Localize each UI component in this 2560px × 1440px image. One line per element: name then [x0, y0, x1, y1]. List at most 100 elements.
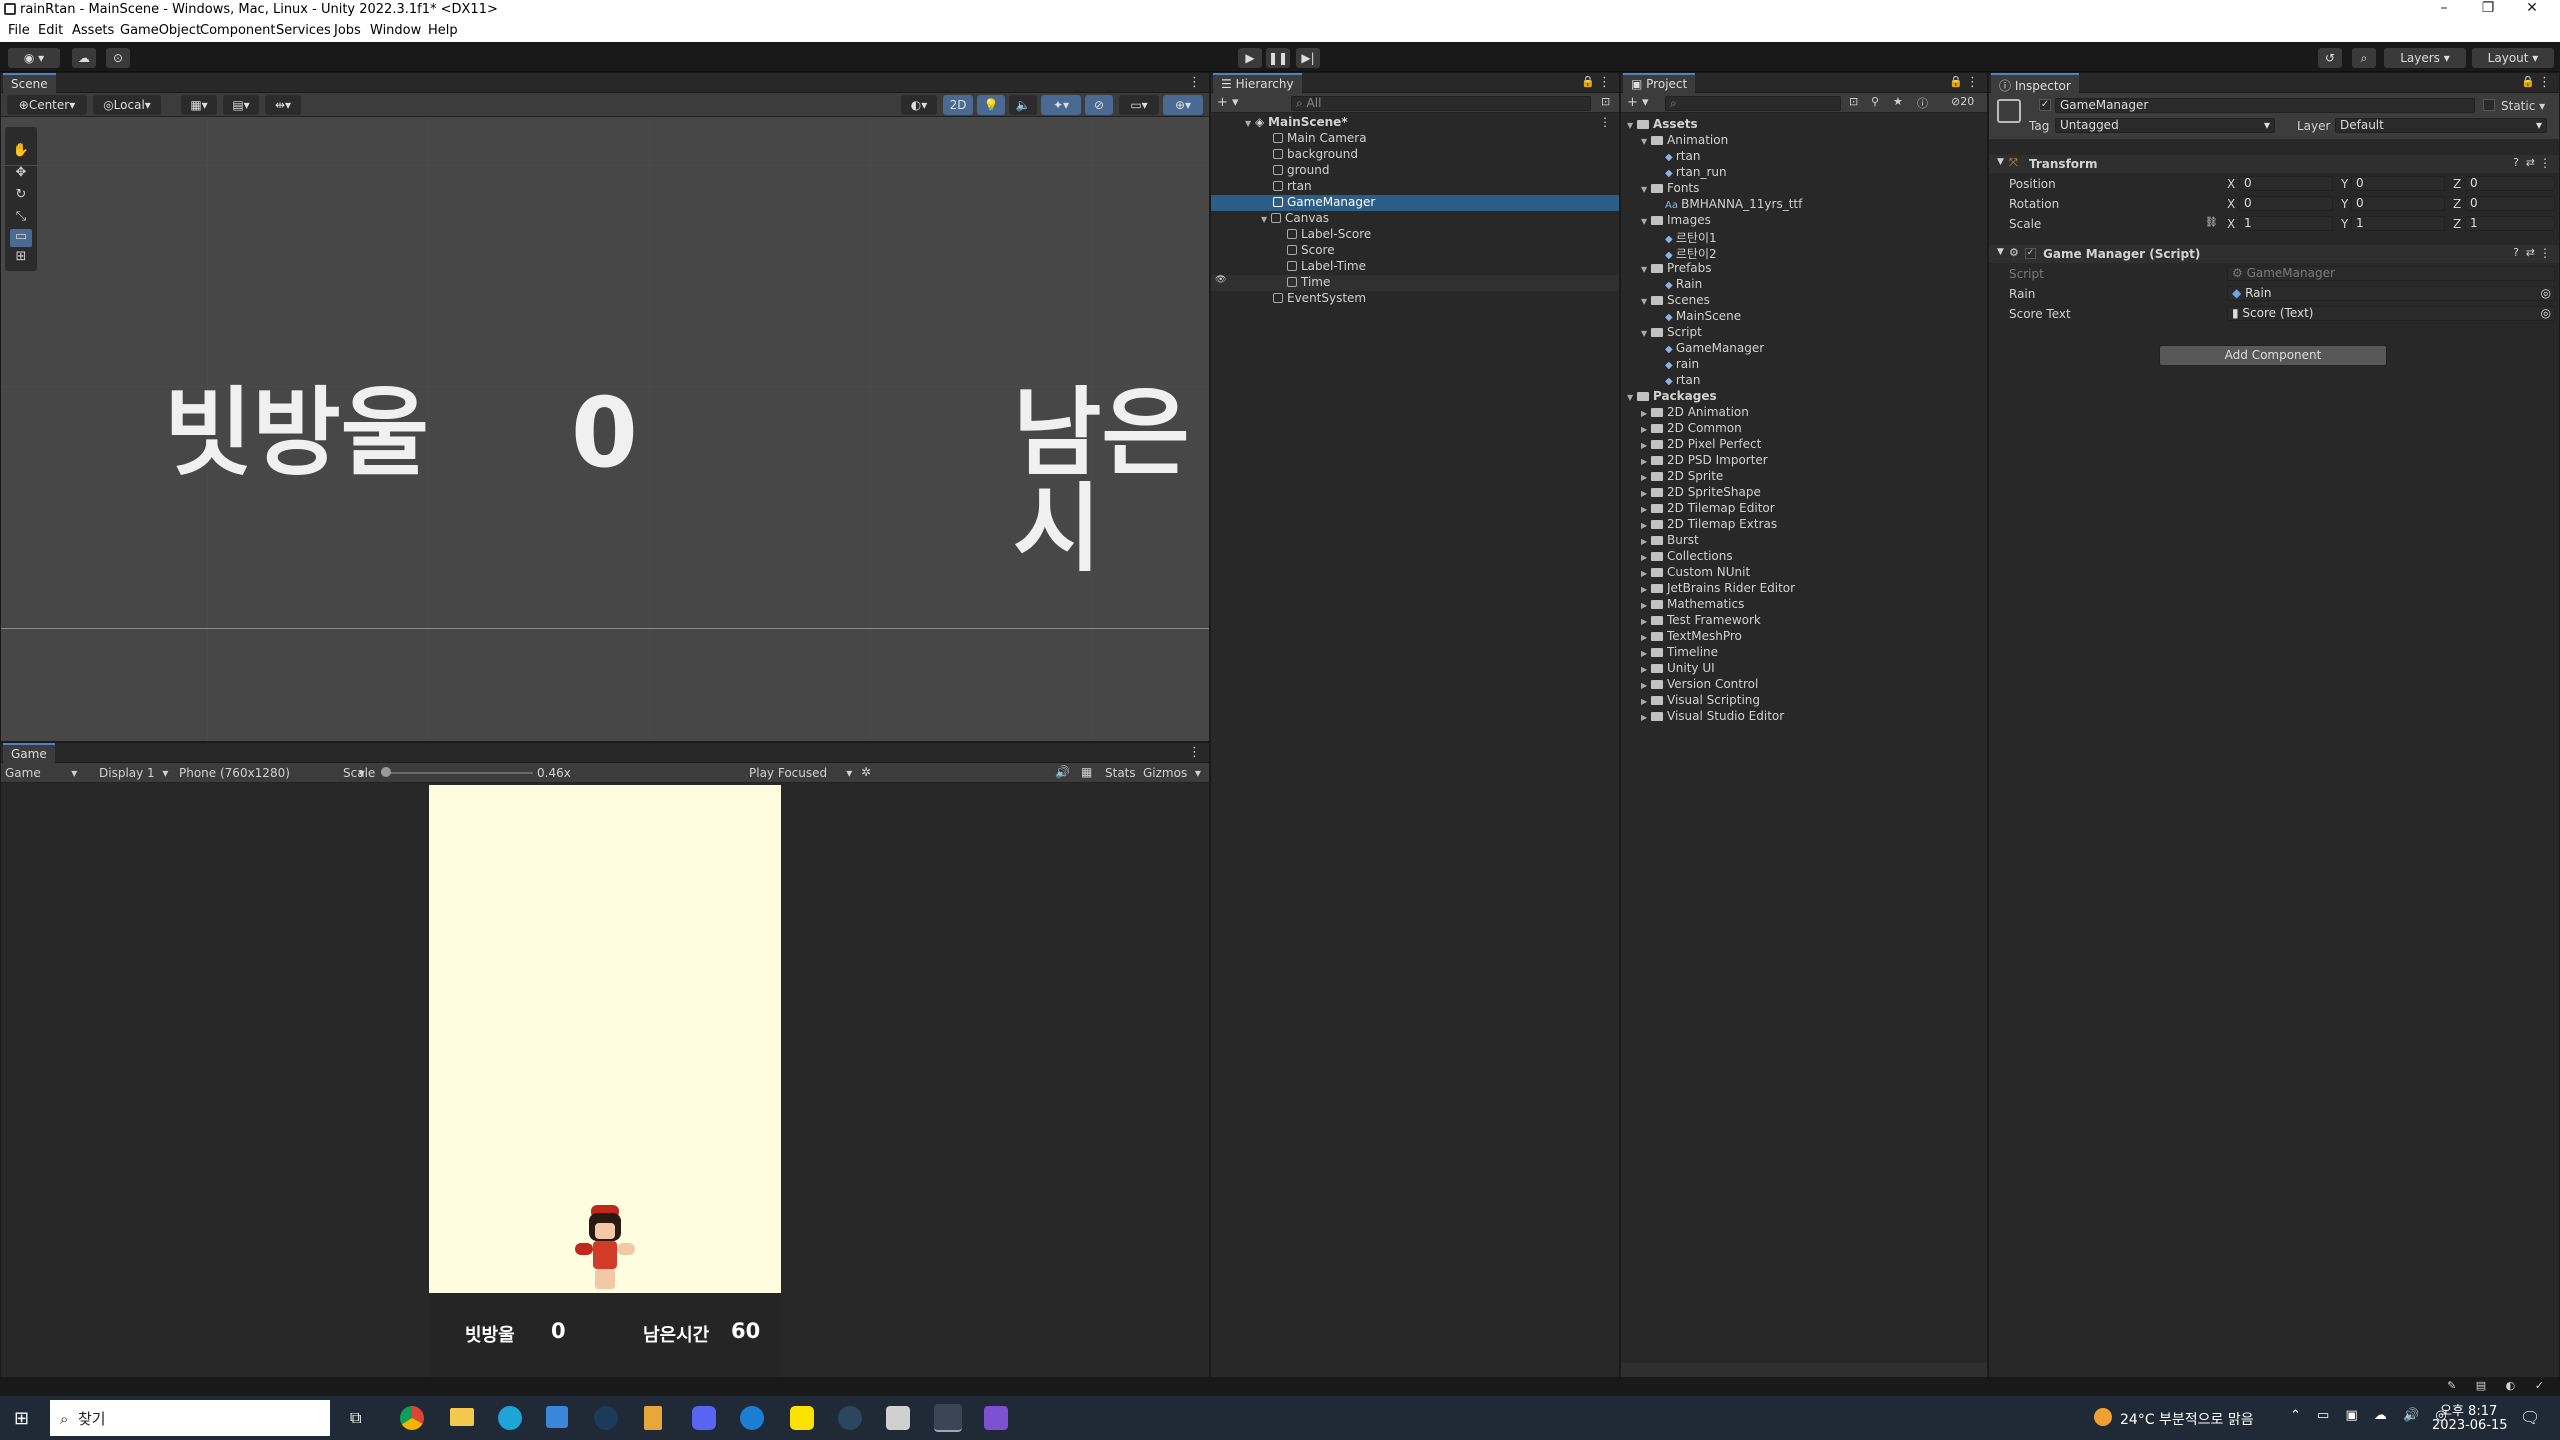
search-by-label-icon[interactable]: ⚲: [1871, 95, 1879, 108]
step-button[interactable]: ▶|: [1296, 48, 1320, 68]
tab-game[interactable]: Game: [3, 743, 55, 763]
create-button[interactable]: + ▾: [1217, 95, 1239, 110]
hand-tool-icon[interactable]: ✋: [10, 143, 32, 161]
hierarchy-item-background[interactable]: background: [1211, 147, 1619, 163]
panel-menu-icon[interactable]: ⋮: [1188, 745, 1201, 760]
position-y-field[interactable]: 0: [2351, 176, 2445, 191]
project-item[interactable]: ▶ Collections: [1621, 549, 1987, 565]
scale-tool-icon[interactable]: ⤡: [10, 209, 32, 227]
history-icon[interactable]: ↺: [2318, 48, 2342, 68]
script-enabled-checkbox[interactable]: ✓: [2025, 248, 2036, 259]
task-view-icon[interactable]: ⧉: [350, 1408, 361, 1428]
pivot-space-dropdown[interactable]: ◎ Local ▾: [93, 95, 161, 115]
position-z-field[interactable]: 0: [2465, 176, 2555, 191]
hierarchy-item-time[interactable]: 👁 Time: [1211, 275, 1619, 291]
file-explorer-icon[interactable]: [450, 1408, 474, 1426]
constrain-proportions-icon[interactable]: ⛓: [2205, 217, 2218, 228]
bug-icon[interactable]: ✲: [861, 765, 871, 779]
mute-audio-icon[interactable]: 🔊: [1055, 765, 1070, 779]
project-item[interactable]: ▶ 2D Tilemap Editor: [1621, 501, 1987, 517]
move-tool-icon[interactable]: ✥: [10, 165, 32, 183]
project-item[interactable]: ▼ Scenes: [1621, 293, 1987, 309]
project-item[interactable]: ▶ 2D PSD Importer: [1621, 453, 1987, 469]
expand-arrow-icon[interactable]: ▶: [1641, 553, 1651, 562]
maximize-icon[interactable]: ❐: [2468, 0, 2508, 16]
expand-arrow-icon[interactable]: ▶: [1641, 665, 1651, 674]
project-item[interactable]: ▼ Images: [1621, 213, 1987, 229]
expand-arrow-icon[interactable]: ▼: [1641, 185, 1651, 194]
status-icons[interactable]: ✎ ▤ ◐ ✓: [2447, 1379, 2552, 1392]
project-item[interactable]: ◆ rtan: [1621, 373, 1987, 389]
object-name-field[interactable]: GameManager: [2055, 98, 2475, 113]
project-item[interactable]: ◆ Rain: [1621, 277, 1987, 293]
panel-menu-icon[interactable]: ⋮: [2538, 75, 2551, 90]
hidden-count-icon[interactable]: ⊘20: [1951, 95, 1974, 108]
project-item[interactable]: ▶ Unity UI: [1621, 661, 1987, 677]
preset-icon[interactable]: ⇄: [2526, 246, 2535, 259]
camera-settings-icon[interactable]: ▭▾: [1119, 95, 1159, 115]
weather-text[interactable]: 24°C 부분적으로 맑음: [2120, 1409, 2254, 1429]
project-item[interactable]: ▼ Script: [1621, 325, 1987, 341]
audio-toggle-icon[interactable]: 🔈: [1009, 95, 1037, 115]
panel-menu-icon[interactable]: ⋮: [1188, 75, 1201, 90]
project-item[interactable]: ▶ 2D Pixel Perfect: [1621, 437, 1987, 453]
game-mode-dropdown[interactable]: Game ▾: [5, 766, 77, 780]
expand-arrow-icon[interactable]: ▼: [1641, 329, 1651, 338]
game-viewport[interactable]: [429, 785, 781, 1293]
expand-arrow-icon[interactable]: ▶: [1641, 505, 1651, 514]
create-asset-button[interactable]: + ▾: [1627, 95, 1649, 110]
project-item[interactable]: ▶ 2D Animation: [1621, 405, 1987, 421]
system-tray-icons[interactable]: ⌃ ▭ ▣ ☁ 🔊 ◎: [2290, 1408, 2453, 1423]
expand-arrow-icon[interactable]: ▼: [1641, 265, 1651, 274]
project-item[interactable]: ▶ 2D Sprite: [1621, 469, 1987, 485]
incremental-snap-button[interactable]: ⇹▾: [265, 95, 301, 115]
object-picker-icon[interactable]: ◎: [2541, 307, 2551, 320]
project-item[interactable]: ▶ Mathematics: [1621, 597, 1987, 613]
static-checkbox[interactable]: [2483, 99, 2495, 111]
lock-icon[interactable]: 🔒: [1581, 75, 1595, 88]
project-item[interactable]: ◆ rtan: [1621, 149, 1987, 165]
hidden-objects-icon[interactable]: ⊘: [1085, 95, 1113, 115]
hierarchy-item-score[interactable]: Score: [1211, 243, 1619, 259]
expand-arrow-icon[interactable]: ▶: [1641, 441, 1651, 450]
panel-menu-icon[interactable]: ⋮: [1966, 75, 1979, 90]
toggle-2d-button[interactable]: 2D: [943, 95, 973, 115]
expand-arrow-icon[interactable]: ▼: [1627, 393, 1637, 402]
pivot-center-dropdown[interactable]: ⊕ Center ▾: [7, 95, 87, 115]
help-icon[interactable]: ?: [2513, 246, 2519, 259]
project-item[interactable]: ▼ Prefabs: [1621, 261, 1987, 277]
project-item[interactable]: ▼ Assets: [1621, 117, 1987, 133]
tab-inspector[interactable]: ⓘ Inspector: [1991, 73, 2079, 93]
score-text-object-field[interactable]: ▮ Score (Text) ◎: [2227, 306, 2555, 321]
scale-slider-handle[interactable]: [381, 767, 391, 777]
menu-assets[interactable]: Assets: [72, 23, 114, 38]
effects-toggle-icon[interactable]: ✦▾: [1041, 95, 1081, 115]
tag-dropdown[interactable]: Untagged ▾: [2055, 118, 2275, 133]
lock-icon[interactable]: 🔒: [1949, 75, 1963, 88]
project-item[interactable]: ▶ Test Framework: [1621, 613, 1987, 629]
expand-arrow-icon[interactable]: ▶: [1641, 489, 1651, 498]
scale-y-field[interactable]: 1: [2351, 216, 2445, 231]
project-item[interactable]: ▶ 2D Tilemap Extras: [1621, 517, 1987, 533]
preset-icon[interactable]: ⇄: [2526, 156, 2535, 169]
transform-tool-icon[interactable]: ⊞: [10, 249, 32, 267]
windows-start-icon[interactable]: ⊞: [14, 1408, 29, 1429]
menu-edit[interactable]: Edit: [38, 23, 63, 38]
project-item[interactable]: ▶ Timeline: [1621, 645, 1987, 661]
package-visibility-icon[interactable]: ⓘ: [1917, 95, 1928, 111]
favorite-icon[interactable]: ★: [1893, 95, 1903, 108]
gizmos-toggle-icon[interactable]: ⊕▾: [1163, 95, 1203, 115]
hierarchy-item-label-score[interactable]: Label-Score: [1211, 227, 1619, 243]
unity-editor-icon[interactable]: [934, 1404, 962, 1432]
rect-tool-icon[interactable]: ▭: [10, 229, 32, 247]
tab-project[interactable]: ▣ Project: [1623, 73, 1696, 93]
search-options-icon[interactable]: ⊡: [1601, 95, 1610, 108]
project-scrollbar-bottom[interactable]: [1621, 1363, 1987, 1377]
kakaotalk-icon[interactable]: [790, 1406, 814, 1430]
panel-menu-icon[interactable]: ⋮: [1598, 75, 1611, 90]
search-by-type-icon[interactable]: ⊡: [1849, 95, 1858, 108]
clock-date[interactable]: 2023-06-15: [2432, 1418, 2508, 1433]
expand-arrow-icon[interactable]: ▶: [1641, 537, 1651, 546]
project-item[interactable]: ▶ Visual Studio Editor: [1621, 709, 1987, 725]
project-item[interactable]: ▶ 2D Common: [1621, 421, 1987, 437]
